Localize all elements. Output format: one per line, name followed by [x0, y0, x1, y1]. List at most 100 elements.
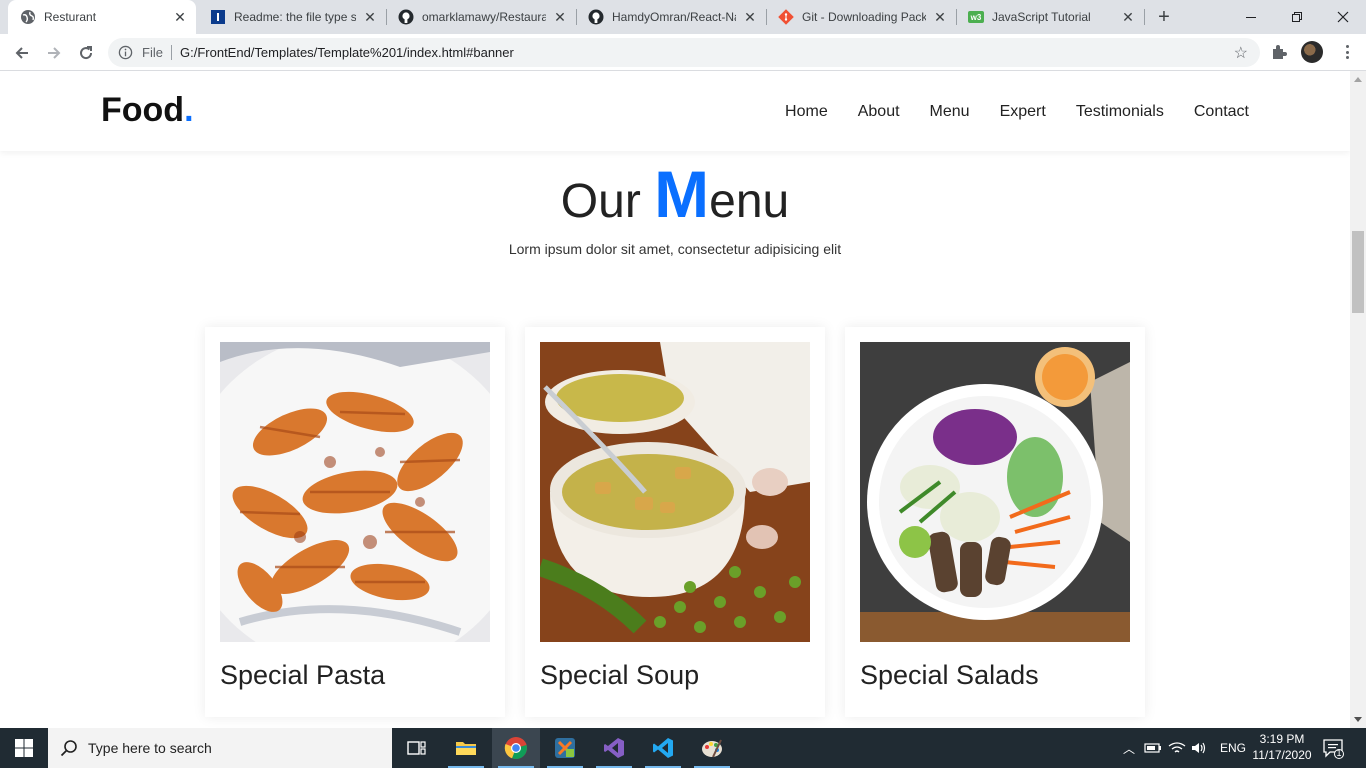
close-icon[interactable]: ✕	[1120, 9, 1136, 25]
xampp-icon[interactable]	[541, 728, 589, 768]
search-icon	[60, 740, 77, 757]
notification-center[interactable]: 1	[1322, 737, 1344, 759]
tab-title: Readme: the file type si	[234, 10, 356, 24]
restore-button[interactable]	[1274, 0, 1320, 34]
scroll-thumb[interactable]	[1352, 231, 1364, 313]
chrome-icon[interactable]	[492, 728, 540, 768]
globe-icon	[20, 9, 36, 25]
task-view-icon[interactable]	[393, 728, 441, 768]
file-explorer-icon[interactable]	[442, 728, 490, 768]
taskbar-search[interactable]: Type here to search	[48, 728, 392, 768]
title-rest: enu	[709, 175, 790, 228]
tab-title: HamdyOmran/React-Na	[612, 10, 736, 24]
volume-icon[interactable]	[1190, 741, 1208, 755]
scroll-down-arrow[interactable]	[1354, 717, 1362, 722]
tab-title: omarklamawy/Restaura	[422, 10, 546, 24]
menu-card-salads[interactable]: Special Salads	[845, 327, 1145, 717]
bookmark-star-icon[interactable]: ☆	[1234, 43, 1248, 63]
chevron-up-icon[interactable]: ︿	[1120, 740, 1138, 757]
address-bar[interactable]: File G:/FrontEnd/Templates/Template%201/…	[108, 38, 1260, 67]
tab-title: Git - Downloading Pack	[802, 10, 926, 24]
tab-omarklamawy[interactable]: omarklamawy/Restaura ✕	[386, 0, 577, 34]
w3schools-icon: w3	[968, 9, 984, 25]
title-prefix: Our	[560, 175, 655, 228]
info-page-icon	[210, 9, 226, 25]
wifi-icon[interactable]	[1168, 741, 1186, 755]
menu-cards: Special Pasta Special Soup Special Salad…	[205, 327, 1145, 717]
clock-date: 11/17/2020	[1252, 748, 1312, 762]
card-title: Special Pasta	[220, 660, 386, 690]
close-window-button[interactable]	[1320, 0, 1366, 34]
section-title: Our Menu	[0, 156, 1350, 232]
soup-photo	[540, 342, 810, 642]
scheme-label: File	[142, 45, 163, 60]
restore-icon	[1292, 12, 1302, 22]
site-header: Food. Home About Menu Expert Testimonial…	[0, 71, 1350, 151]
logo-dot: .	[184, 91, 194, 129]
extensions-puzzle-icon[interactable]	[1270, 43, 1288, 61]
forward-button[interactable]	[40, 39, 68, 67]
salad-photo	[860, 342, 1130, 642]
svg-text:w3: w3	[970, 13, 982, 22]
tab-title: JavaScript Tutorial	[992, 10, 1091, 24]
scroll-up-arrow[interactable]	[1354, 77, 1362, 82]
nav-about[interactable]: About	[858, 103, 900, 121]
page-viewport: Food. Home About Menu Expert Testimonial…	[0, 71, 1350, 728]
menu-card-soup[interactable]: Special Soup	[525, 327, 825, 717]
nav-contact[interactable]: Contact	[1194, 103, 1249, 121]
title-big-letter: M	[654, 157, 710, 231]
notification-count: 1	[1336, 748, 1342, 758]
close-icon[interactable]: ✕	[362, 9, 378, 25]
reload-icon	[80, 46, 93, 60]
vscode-icon[interactable]	[639, 728, 687, 768]
github-icon	[398, 9, 414, 25]
site-logo[interactable]: Food.	[101, 91, 194, 130]
tab-resturant[interactable]: Resturant ✕	[8, 0, 196, 34]
nav-home[interactable]: Home	[785, 103, 828, 121]
language-indicator[interactable]: ENG	[1220, 741, 1246, 755]
battery-icon[interactable]	[1144, 741, 1162, 755]
card-title: Special Soup	[540, 660, 700, 690]
nav-menu[interactable]: Menu	[930, 103, 970, 121]
browser-menu-icon[interactable]	[1338, 43, 1356, 61]
minimize-button[interactable]	[1228, 0, 1274, 34]
tab-strip: Resturant ✕ Readme: the file type si ✕ o…	[0, 0, 1366, 34]
close-icon[interactable]: ✕	[932, 9, 948, 25]
url-text[interactable]: G:/FrontEnd/Templates/Template%201/index…	[180, 45, 514, 60]
menu-card-pasta[interactable]: Special Pasta	[205, 327, 505, 717]
close-icon	[1337, 11, 1349, 23]
section-subtitle: Lorm ipsum dolor sit amet, consectetur a…	[508, 241, 842, 257]
main-nav: Home About Menu Expert Testimonials Cont…	[785, 103, 1249, 121]
close-icon[interactable]: ✕	[172, 9, 188, 25]
back-button[interactable]	[8, 39, 36, 67]
close-icon[interactable]: ✕	[552, 9, 568, 25]
tab-title: Resturant	[44, 10, 97, 24]
minimize-icon	[1246, 17, 1256, 18]
pasta-photo	[220, 342, 490, 642]
tab-javascript-tutorial[interactable]: w3 JavaScript Tutorial ✕	[956, 0, 1145, 34]
tab-git-download[interactable]: Git - Downloading Pack ✕	[766, 0, 957, 34]
system-tray: ︿ ENG	[1120, 728, 1246, 768]
arrow-left-icon	[15, 47, 28, 59]
info-icon[interactable]	[118, 45, 133, 60]
visual-studio-icon[interactable]	[590, 728, 638, 768]
tab-separator	[1144, 9, 1145, 25]
reload-button[interactable]	[72, 39, 100, 67]
browser-toolbar: File G:/FrontEnd/Templates/Template%201/…	[0, 34, 1366, 71]
tab-hamdyomran[interactable]: HamdyOmran/React-Na ✕	[576, 0, 767, 34]
paint-icon[interactable]	[688, 728, 736, 768]
nav-testimonials[interactable]: Testimonials	[1076, 103, 1164, 121]
taskbar-clock[interactable]: 3:19 PM 11/17/2020	[1250, 731, 1314, 763]
clock-time: 3:19 PM	[1259, 732, 1305, 746]
nav-expert[interactable]: Expert	[1000, 103, 1046, 121]
logo-text: Food	[101, 91, 185, 129]
start-button[interactable]	[0, 728, 48, 768]
tab-readme[interactable]: Readme: the file type si ✕	[198, 0, 387, 34]
git-icon	[778, 9, 794, 25]
card-title: Special Salads	[860, 660, 1039, 690]
profile-avatar[interactable]	[1301, 41, 1323, 63]
search-placeholder: Type here to search	[88, 740, 212, 756]
page-scrollbar[interactable]	[1350, 71, 1366, 728]
close-icon[interactable]: ✕	[742, 9, 758, 25]
new-tab-button[interactable]: +	[1154, 7, 1174, 27]
